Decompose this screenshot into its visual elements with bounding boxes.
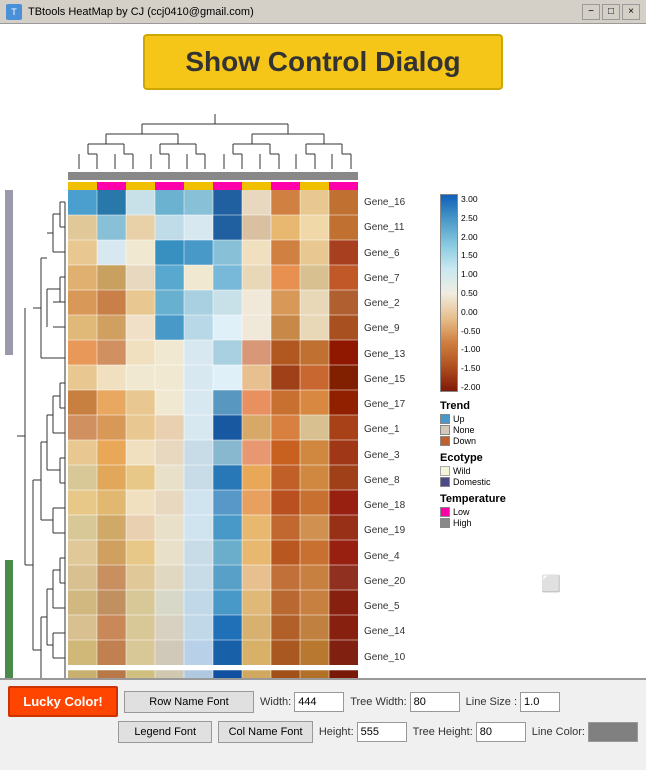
trend-none-label: None bbox=[453, 425, 475, 435]
gene-label-17: Gene_14 bbox=[360, 619, 430, 644]
trend-legend: Trend Up None Down bbox=[440, 400, 550, 446]
line-color-label: Line Color: bbox=[532, 726, 585, 738]
gene-label-11: Gene_8 bbox=[360, 468, 430, 493]
gene-label-12: Gene_18 bbox=[360, 493, 430, 518]
bottom-panel: Lucky Color! Row Name Font Width: Tree W… bbox=[0, 678, 646, 770]
window-title: TBtools HeatMap by CJ (ccj0410@gmail.com… bbox=[28, 6, 254, 18]
tree-height-label: Tree Height: bbox=[413, 726, 473, 738]
gene-labels: Gene_16 Gene_11 Gene_6 Gene_7 Gene_2 Gen… bbox=[360, 190, 430, 695]
gene-label-14: Gene_4 bbox=[360, 544, 430, 569]
temperature-high-item: High bbox=[440, 518, 550, 528]
tree-height-input[interactable] bbox=[476, 722, 526, 742]
temperature-low-item: Low bbox=[440, 507, 550, 517]
title-bar-left: T TBtools HeatMap by CJ (ccj0410@gmail.c… bbox=[6, 4, 254, 20]
ecotype-legend: Ecotype Wild Domestic bbox=[440, 452, 550, 487]
gene-label-2: Gene_6 bbox=[360, 241, 430, 266]
row-name-font-button[interactable]: Row Name Font bbox=[124, 691, 254, 713]
gene-label-16: Gene_5 bbox=[360, 594, 430, 619]
dendrogram-left bbox=[5, 190, 70, 695]
ecotype-wild-item: Wild bbox=[440, 466, 550, 476]
trend-none-icon bbox=[440, 425, 450, 435]
trend-up-item: Up bbox=[440, 414, 550, 424]
line-size-group: Line Size : bbox=[466, 692, 560, 712]
colorbar bbox=[440, 194, 458, 392]
gene-label-8: Gene_17 bbox=[360, 392, 430, 417]
width-input[interactable] bbox=[294, 692, 344, 712]
trend-none-item: None bbox=[440, 425, 550, 435]
gene-label-6: Gene_13 bbox=[360, 342, 430, 367]
title-bar: T TBtools HeatMap by CJ (ccj0410@gmail.c… bbox=[0, 0, 646, 24]
gene-label-9: Gene_1 bbox=[360, 417, 430, 442]
tree-width-group: Tree Width: bbox=[350, 692, 459, 712]
gene-label-0: Gene_16 bbox=[360, 190, 430, 215]
cursor-indicator: ⬜ bbox=[541, 574, 561, 594]
legend-font-button[interactable]: Legend Font bbox=[118, 721, 212, 743]
line-size-label: Line Size : bbox=[466, 696, 517, 708]
gene-label-13: Gene_19 bbox=[360, 518, 430, 543]
trend-up-label: Up bbox=[453, 414, 465, 424]
heatmap-grid bbox=[68, 190, 358, 695]
close-button[interactable]: × bbox=[622, 4, 640, 20]
colorbar-labels: 3.00 2.50 2.00 1.50 1.00 0.50 0.00 -0.50… bbox=[461, 194, 480, 392]
gene-label-5: Gene_9 bbox=[360, 316, 430, 341]
temperature-high-label: High bbox=[453, 518, 472, 528]
line-color-box[interactable] bbox=[588, 722, 638, 742]
gene-label-3: Gene_7 bbox=[360, 266, 430, 291]
legend-area: 3.00 2.50 2.00 1.50 1.00 0.50 0.00 -0.50… bbox=[440, 194, 550, 529]
lucky-color-button[interactable]: Lucky Color! bbox=[8, 686, 118, 717]
temperature-low-label: Low bbox=[453, 507, 470, 517]
app-icon: T bbox=[6, 4, 22, 20]
gene-label-4: Gene_2 bbox=[360, 291, 430, 316]
dialog-title-box: Show Control Dialog bbox=[143, 34, 502, 90]
gene-label-10: Gene_3 bbox=[360, 443, 430, 468]
width-group: Width: bbox=[260, 692, 344, 712]
ecotype-wild-label: Wild bbox=[453, 466, 471, 476]
gene-label-1: Gene_11 bbox=[360, 215, 430, 240]
trend-up-icon bbox=[440, 414, 450, 424]
ecotype-wild-icon bbox=[440, 466, 450, 476]
ecotype-domestic-icon bbox=[440, 477, 450, 487]
bottom-row1: Lucky Color! Row Name Font Width: Tree W… bbox=[0, 680, 646, 719]
heatmap-area: Gene_16 Gene_11 Gene_6 Gene_7 Gene_2 Gen… bbox=[0, 104, 646, 700]
gene-label-7: Gene_15 bbox=[360, 367, 430, 392]
trend-down-item: Down bbox=[440, 436, 550, 446]
col-annotation-bar bbox=[68, 172, 358, 180]
ecotype-domestic-item: Domestic bbox=[440, 477, 550, 487]
col-temperature-bar bbox=[68, 182, 358, 190]
trend-down-label: Down bbox=[453, 436, 476, 446]
minimize-button[interactable]: − bbox=[582, 4, 600, 20]
trend-title: Trend bbox=[440, 400, 550, 412]
temperature-low-icon bbox=[440, 507, 450, 517]
tree-width-input[interactable] bbox=[410, 692, 460, 712]
temperature-legend: Temperature Low High bbox=[440, 493, 550, 528]
ecotype-title: Ecotype bbox=[440, 452, 550, 464]
temperature-title: Temperature bbox=[440, 493, 550, 505]
gene-label-15: Gene_20 bbox=[360, 569, 430, 594]
height-label: Height: bbox=[319, 726, 354, 738]
title-bar-controls[interactable]: − □ × bbox=[582, 4, 640, 20]
tree-height-group: Tree Height: bbox=[413, 722, 526, 742]
height-group: Height: bbox=[319, 722, 407, 742]
ecotype-domestic-label: Domestic bbox=[453, 477, 491, 487]
width-label: Width: bbox=[260, 696, 291, 708]
gene-label-18: Gene_10 bbox=[360, 645, 430, 670]
height-input[interactable] bbox=[357, 722, 407, 742]
bottom-row2: Legend Font Col Name Font Height: Tree H… bbox=[0, 719, 646, 745]
main-content: Show Control Dialog bbox=[0, 24, 646, 700]
maximize-button[interactable]: □ bbox=[602, 4, 620, 20]
col-name-font-button[interactable]: Col Name Font bbox=[218, 721, 312, 743]
line-color-group: Line Color: bbox=[532, 722, 638, 742]
dendrogram-top bbox=[70, 109, 360, 174]
dialog-title-area: Show Control Dialog bbox=[0, 24, 646, 100]
line-size-input[interactable] bbox=[520, 692, 560, 712]
temperature-high-icon bbox=[440, 518, 450, 528]
trend-down-icon bbox=[440, 436, 450, 446]
tree-width-label: Tree Width: bbox=[350, 696, 406, 708]
